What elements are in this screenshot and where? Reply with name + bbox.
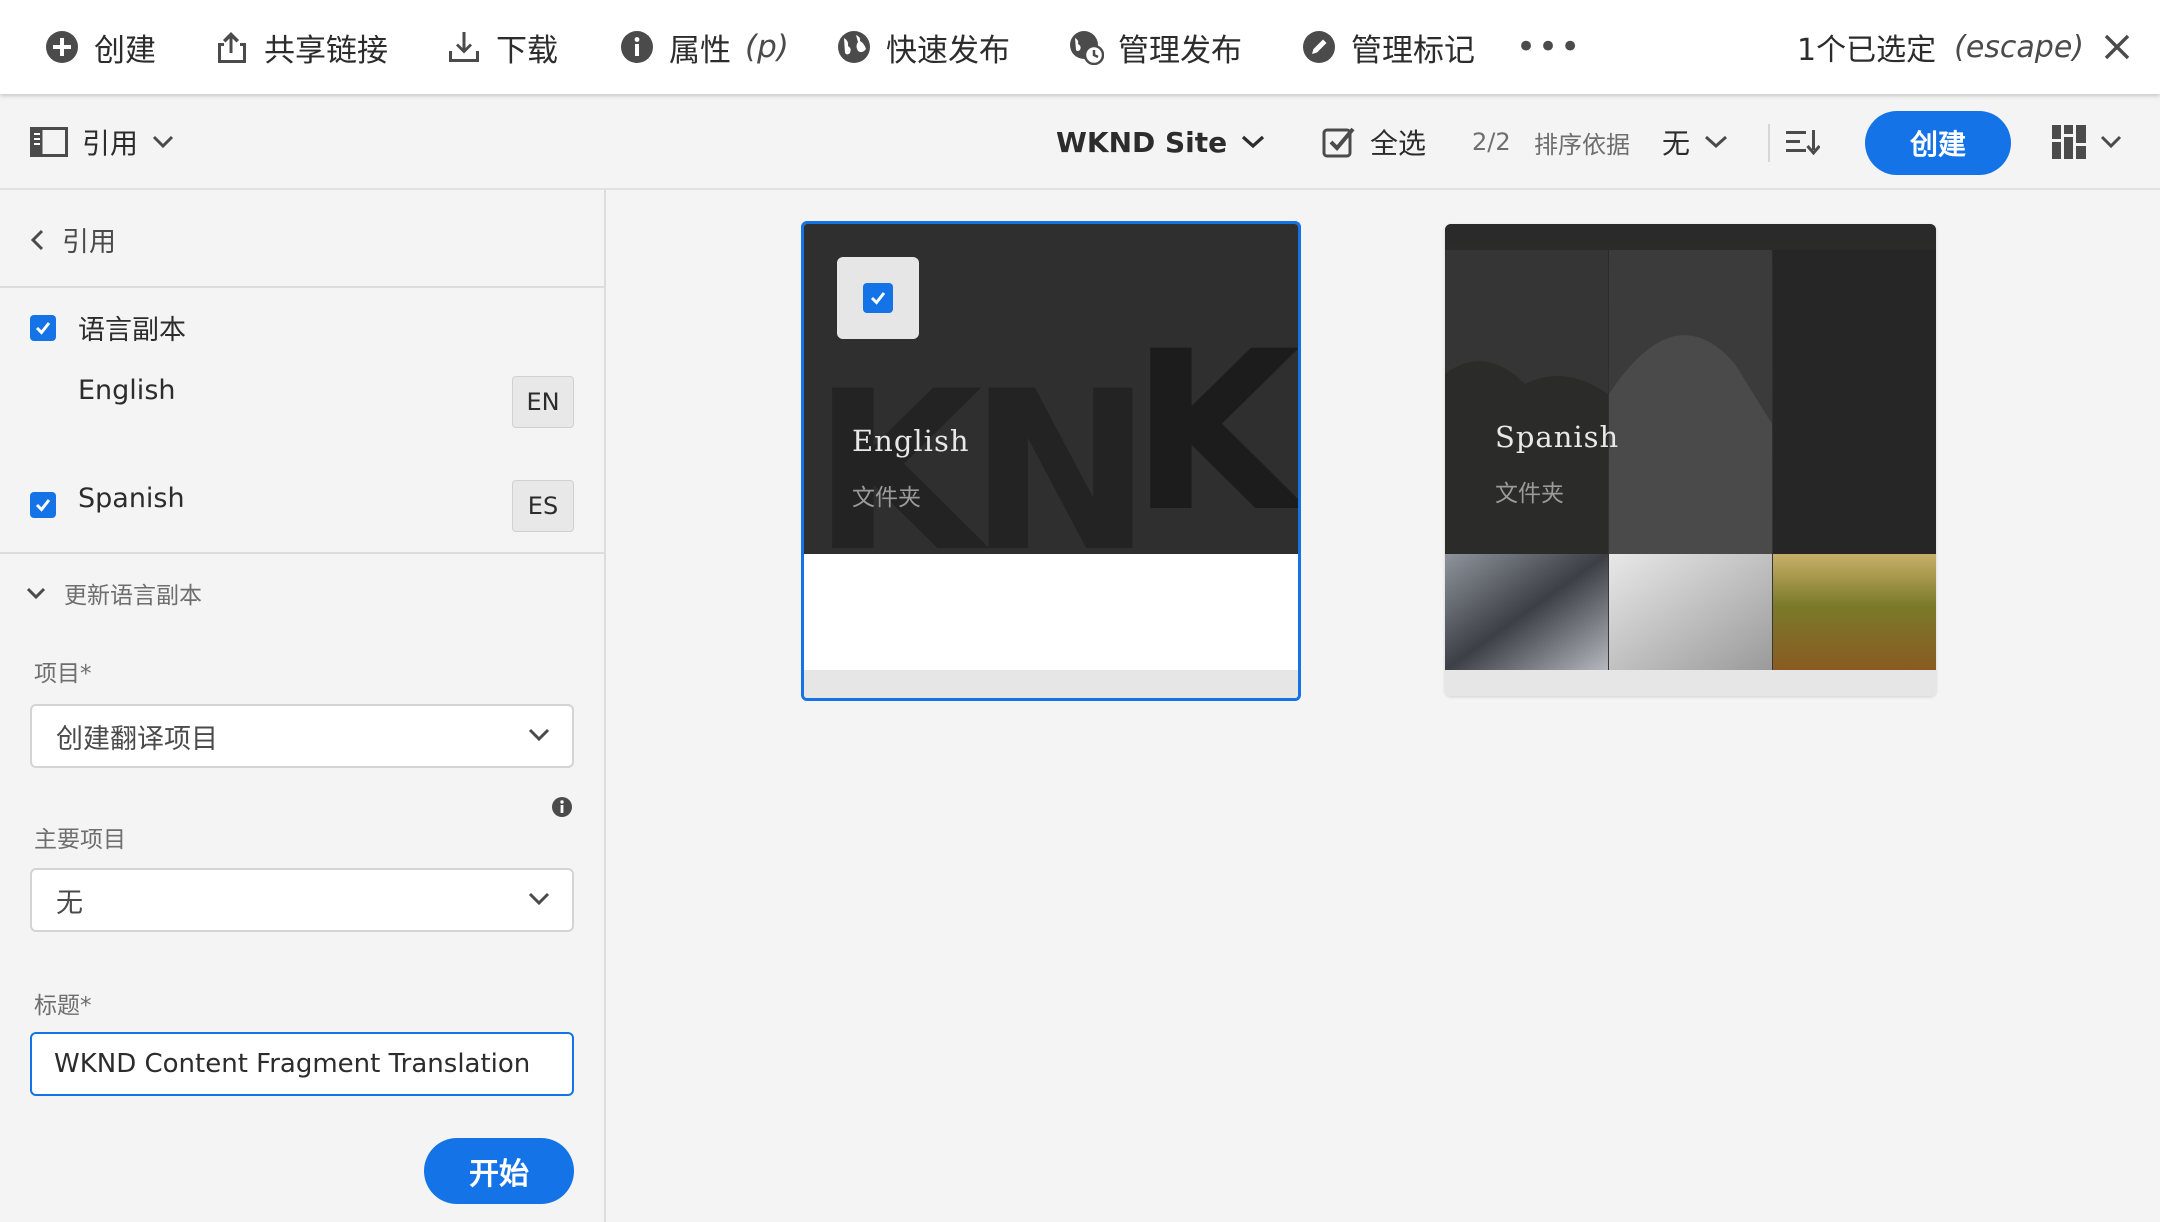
properties-label: 属性	[669, 32, 731, 69]
language-row-english: English	[78, 375, 176, 406]
thumbnail-logo-text: KN	[1130, 304, 1298, 554]
site-switcher[interactable]: WKND Site	[1056, 94, 1265, 190]
site-label: WKND Site	[1056, 125, 1228, 159]
card-select-checkbox[interactable]	[837, 257, 919, 339]
folder-card-english[interactable]: KN KN English 文件夹	[801, 221, 1301, 701]
create-button[interactable]: 创建	[1865, 111, 2011, 175]
card-title: English	[852, 424, 970, 458]
language-row-spanish[interactable]: Spanish	[30, 478, 185, 518]
update-section-toggle[interactable]: 更新语言副本	[26, 576, 202, 610]
sort-by-label: 排序依据	[1534, 130, 1630, 159]
checkbox-checked-icon	[30, 492, 56, 518]
chevron-down-icon	[152, 135, 174, 149]
card-type: 文件夹	[852, 485, 921, 511]
project-label: 项目*	[34, 661, 92, 687]
rail-toggle-label: 引用	[82, 127, 139, 160]
share-link-button[interactable]: 共享链接	[214, 0, 388, 94]
manage-publication-label: 管理发布	[1118, 32, 1242, 69]
language-copies-label: 语言副本	[78, 315, 186, 346]
chevron-down-icon	[26, 587, 46, 599]
manage-publication-button[interactable]: 管理发布	[1068, 0, 1242, 94]
card-footer	[804, 670, 1298, 698]
edit-tag-icon	[1303, 31, 1335, 63]
rail-toggle-button[interactable]: 引用	[30, 94, 174, 190]
card-footer	[1445, 670, 1936, 696]
selection-indicator: 1个已选定 (escape)	[1797, 0, 2132, 94]
share-link-label: 共享链接	[264, 32, 388, 69]
checkbox-checked-icon	[30, 314, 56, 341]
chevron-down-icon	[1705, 135, 1728, 149]
rail-divider	[0, 552, 604, 554]
create-action-label: 创建	[94, 32, 156, 69]
chevron-down-icon	[1242, 135, 1265, 149]
master-project-label: 主要项目	[34, 827, 126, 853]
card-thumbnail: Spanish 文件夹	[1445, 224, 1936, 670]
close-icon[interactable]	[2102, 32, 2132, 62]
manage-tags-label: 管理标记	[1351, 32, 1475, 69]
create-action-button[interactable]: 创建	[44, 0, 156, 94]
select-all-button[interactable]: 全选	[1322, 94, 1426, 190]
globe-clock-icon	[1070, 31, 1104, 65]
item-count-label: 2/2	[1472, 128, 1511, 156]
title-label: 标题*	[34, 993, 92, 1019]
rail-icon	[30, 127, 68, 157]
card-type: 文件夹	[1495, 481, 1564, 507]
sort-order-icon	[1786, 130, 1820, 156]
more-icon: •••	[1516, 27, 1583, 67]
selection-shortcut: (escape)	[1954, 29, 2084, 65]
chevron-left-icon	[30, 229, 44, 250]
project-select[interactable]: 创建翻译项目	[30, 704, 574, 768]
download-label: 下载	[496, 32, 558, 69]
globe-icon	[838, 31, 870, 63]
sort-value: 无	[1662, 127, 1691, 160]
chevron-down-icon	[2100, 135, 2122, 149]
select-all-icon	[1322, 127, 1355, 158]
quick-publish-label: 快速发布	[886, 32, 1010, 69]
sort-select[interactable]: 无	[1662, 94, 1728, 190]
master-project-select[interactable]: 无	[30, 868, 574, 932]
card-title: Spanish	[1495, 420, 1620, 454]
project-value: 创建翻译项目	[56, 723, 218, 755]
quick-publish-button[interactable]: 快速发布	[836, 0, 1010, 94]
properties-button[interactable]: 属性 (p)	[619, 0, 789, 94]
chevron-down-icon	[528, 728, 550, 742]
language-name: English	[78, 375, 176, 406]
sort-order-button[interactable]	[1786, 94, 1820, 190]
rail-divider	[0, 286, 604, 288]
toolbar-divider	[1768, 124, 1770, 162]
language-copies-checkbox[interactable]: 语言副本	[30, 308, 186, 347]
title-input[interactable]: WKND Content Fragment Translation	[30, 1032, 574, 1096]
sort-by-label-wrap: 排序依据	[1534, 94, 1630, 190]
update-section-label: 更新语言副本	[64, 583, 202, 609]
checkbox-checked-icon	[863, 283, 893, 313]
action-bar: 创建 共享链接 下载 属性 (p) 快速发布 管理发布 管理标记 ••• 1个已…	[0, 0, 2160, 94]
language-code-badge: EN	[512, 376, 574, 428]
chevron-down-icon	[528, 892, 550, 906]
add-circle-icon	[46, 31, 78, 63]
card-view-icon	[2052, 125, 2086, 159]
more-actions-button[interactable]: •••	[1516, 0, 1582, 94]
info-icon[interactable]	[551, 796, 573, 818]
selection-count: 1个已选定	[1797, 33, 1937, 68]
language-code-badge: ES	[512, 480, 574, 532]
master-project-value: 无	[56, 887, 83, 919]
manage-tags-button[interactable]: 管理标记	[1301, 0, 1475, 94]
view-switcher[interactable]	[2052, 94, 2122, 190]
rail-back-button[interactable]: 引用	[30, 220, 116, 259]
start-button[interactable]: 开始	[424, 1138, 574, 1204]
toolbar: 引用 WKND Site 全选 2/2 排序依据 无 创建	[0, 94, 2160, 190]
folder-card-spanish[interactable]: Spanish 文件夹	[1445, 224, 1936, 696]
share-icon	[218, 32, 246, 63]
download-icon	[449, 32, 479, 62]
item-count: 2/2	[1472, 94, 1511, 190]
references-rail: 引用 语言副本 English EN Spanish ES 更新语言副本 项目*…	[0, 190, 606, 1222]
properties-shortcut: (p)	[745, 29, 789, 65]
info-icon	[621, 31, 653, 63]
download-button[interactable]: 下载	[446, 0, 558, 94]
language-name: Spanish	[78, 482, 185, 514]
rail-back-label: 引用	[62, 227, 116, 258]
select-all-label: 全选	[1370, 127, 1427, 160]
